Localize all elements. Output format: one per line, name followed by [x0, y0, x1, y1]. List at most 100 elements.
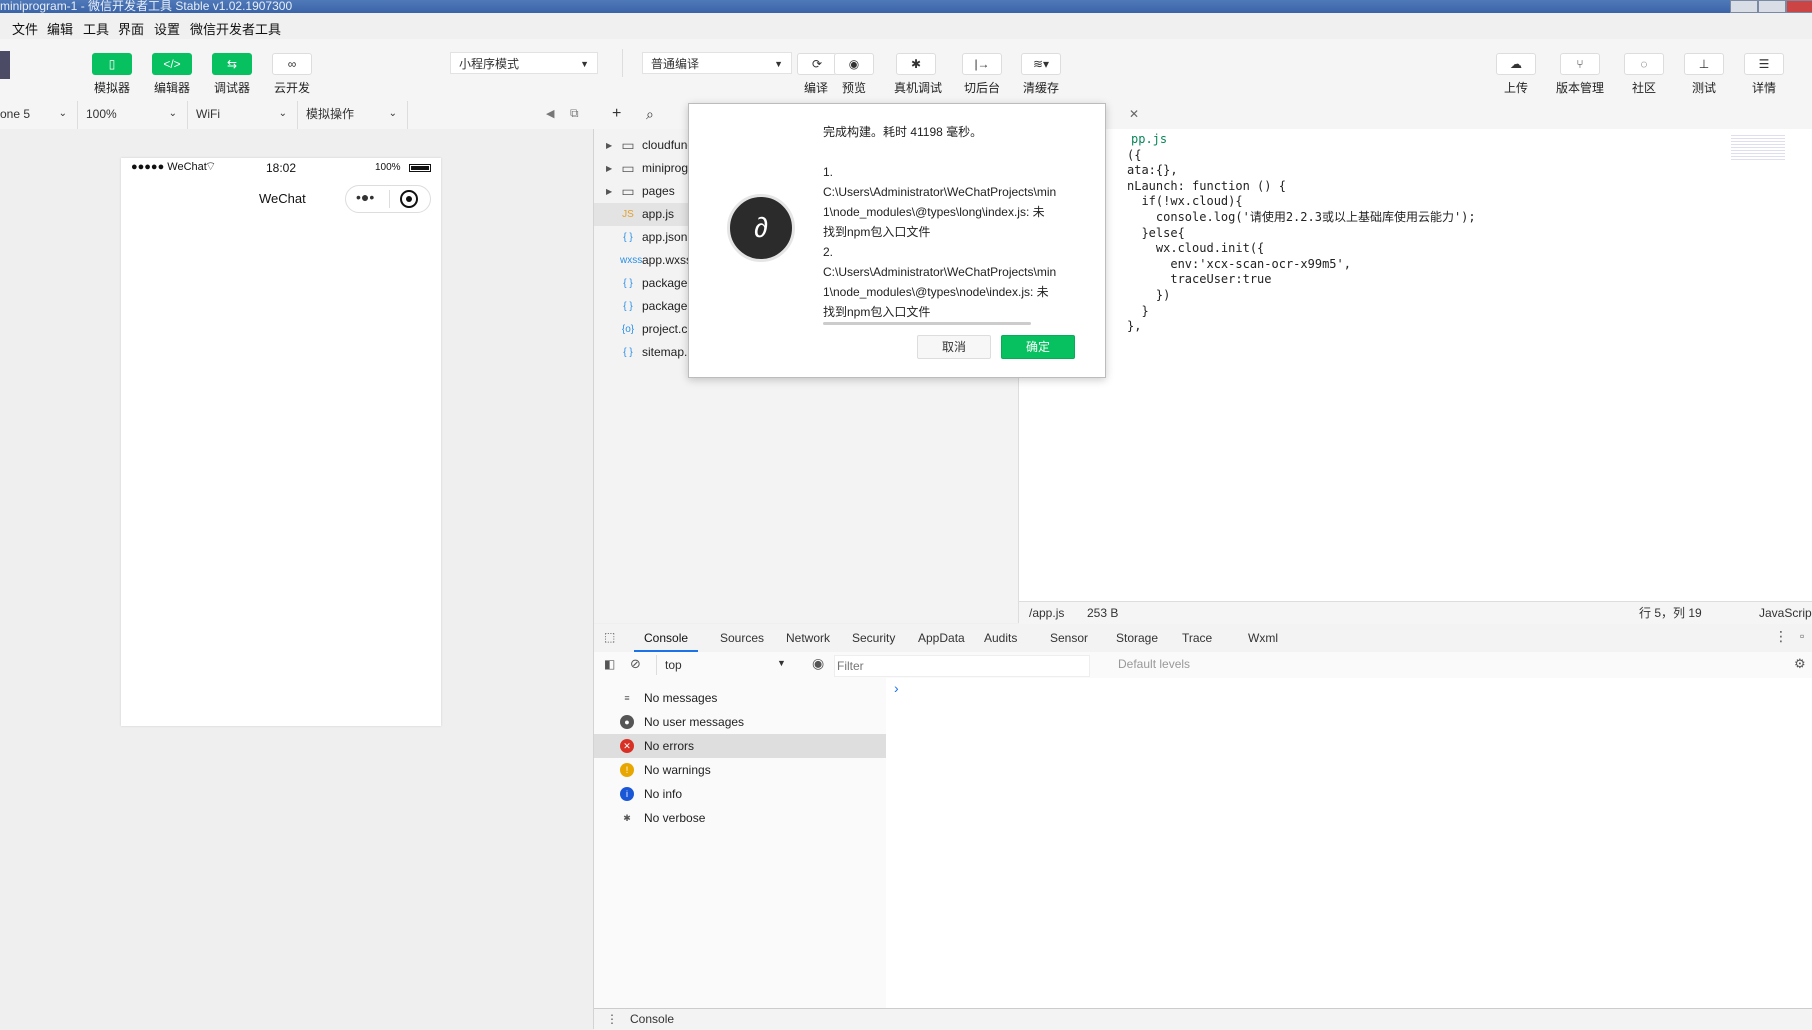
clear-console-icon[interactable]: ⊘: [630, 656, 641, 672]
devtools-tab-sources[interactable]: Sources: [710, 624, 774, 652]
dialog-item-path: C:\Users\Administrator\WeChatProjects\mi…: [823, 265, 1057, 279]
popout-icon[interactable]: ⧉: [570, 106, 579, 121]
console-output[interactable]: ›: [886, 678, 1812, 1008]
devtools-tab-audits[interactable]: Audits: [974, 624, 1027, 652]
menu-settings[interactable]: 设置: [154, 19, 180, 38]
phone-icon: ▯: [108, 57, 116, 71]
status-cursor-position[interactable]: 行 5，列 19: [1639, 602, 1702, 624]
window-titlebar: miniprogram-1 - 微信开发者工具 Stable v1.02.190…: [0, 0, 1812, 13]
cloud-upload-icon: ☁: [1510, 57, 1522, 71]
inspect-element-icon[interactable]: ⬚: [604, 630, 615, 644]
upload-button[interactable]: ☁: [1496, 53, 1536, 75]
version-button[interactable]: ⑂: [1560, 53, 1600, 75]
flask-icon: ⊥: [1698, 57, 1710, 71]
context-select[interactable]: top ▼: [656, 655, 789, 675]
test-button[interactable]: ⊥: [1684, 53, 1724, 75]
debugger-toggle-button[interactable]: ⇆: [212, 53, 252, 75]
close-window-button[interactable]: [1786, 0, 1812, 13]
console-filter-item[interactable]: ≡ No messages: [594, 686, 886, 710]
dialog-item-number: 2.: [823, 245, 834, 259]
console-filter-item[interactable]: ✱ No verbose: [594, 806, 886, 830]
file-icon: wxss: [620, 255, 643, 266]
status-battery: 100%: [375, 162, 401, 173]
eye-icon: ◉: [848, 57, 860, 71]
compile-button[interactable]: ⟳: [797, 53, 837, 75]
avatar[interactable]: [0, 51, 10, 79]
sidebar-toggle-icon[interactable]: ◧: [604, 657, 615, 671]
sim-operation-select[interactable]: 模拟操作 ⌄: [298, 101, 408, 129]
zoom-select[interactable]: 100% ⌄: [78, 101, 188, 129]
console-filter-input[interactable]: [834, 655, 1090, 677]
nav-title: WeChat: [259, 191, 306, 206]
battery-icon: [409, 164, 431, 172]
preview-button[interactable]: ◉: [834, 53, 874, 75]
log-levels-select[interactable]: Default levels: [1118, 657, 1190, 671]
chevron-right-icon[interactable]: ▶: [606, 180, 612, 203]
chevron-down-icon: ⌄: [388, 108, 397, 119]
console-filter-label: No messages: [644, 691, 718, 705]
menu-edit[interactable]: 编辑: [47, 19, 73, 38]
details-button[interactable]: ☰: [1744, 53, 1784, 75]
clear-cache-button[interactable]: ≋▾: [1021, 53, 1061, 75]
eye-icon[interactable]: ◉: [812, 655, 824, 672]
close-miniprogram-icon[interactable]: [400, 190, 418, 208]
console-filter-item[interactable]: ! No warnings: [594, 758, 886, 782]
simulator-toggle-button[interactable]: ▯: [92, 53, 132, 75]
file-tree-label: pages: [642, 184, 675, 198]
editor-toggle-button[interactable]: </>: [152, 53, 192, 75]
drawer-console-tab[interactable]: Console: [630, 1009, 674, 1029]
confirm-button[interactable]: 确定: [1001, 335, 1075, 359]
more-icon[interactable]: •●•: [356, 189, 374, 205]
drawer-menu-icon[interactable]: ⋮: [606, 1009, 618, 1029]
file-tree-label: app.wxss: [642, 253, 693, 267]
chevron-right-icon[interactable]: ▶: [606, 134, 612, 157]
chevron-right-icon[interactable]: ▶: [606, 157, 612, 180]
devtools-tab-storage[interactable]: Storage: [1106, 624, 1168, 652]
cancel-button[interactable]: 取消: [917, 335, 991, 359]
file-icon: JS: [622, 209, 634, 220]
network-select[interactable]: WiFi ⌄: [188, 101, 298, 129]
mode-select[interactable]: 小程序模式 ▼: [450, 52, 598, 74]
dialog-message: 完成构建。耗时 41198 毫秒。 1. C:\Users\Administra…: [823, 122, 1083, 322]
volume-icon[interactable]: ◀: [546, 107, 554, 120]
switch-icon: |→: [974, 57, 990, 71]
menu-tools[interactable]: 工具: [83, 19, 109, 38]
cloud-dev-button[interactable]: ∞: [272, 53, 312, 75]
menu-view[interactable]: 界面: [118, 19, 144, 38]
window-title: miniprogram-1 - 微信开发者工具 Stable v1.02.190…: [0, 0, 293, 13]
refresh-icon: ⟳: [811, 57, 823, 71]
community-button[interactable]: ◌: [1624, 53, 1664, 75]
devtools-tab-sensor[interactable]: Sensor: [1040, 624, 1098, 652]
devtools-tab-security[interactable]: Security: [842, 624, 905, 652]
minimap[interactable]: [1731, 133, 1785, 161]
status-language[interactable]: JavaScrip: [1759, 602, 1812, 624]
device-select[interactable]: one 5 ⌄: [0, 101, 78, 129]
chevron-down-icon: ▼: [777, 658, 786, 668]
tab-close-icon[interactable]: ✕: [1129, 107, 1139, 121]
gear-icon[interactable]: ⚙: [1794, 656, 1806, 672]
console-filter-item[interactable]: ● No user messages: [594, 710, 886, 734]
code-editor[interactable]: pp.js({ata:{}, nLaunch: function () { if(…: [1019, 129, 1812, 601]
search-icon[interactable]: ⌕: [646, 106, 654, 123]
menu-wechat-devtools[interactable]: 微信开发者工具: [190, 19, 281, 38]
phone-screen[interactable]: ●●●●● WeChat ⌔ 18:02 100% WeChat •●•: [121, 158, 441, 726]
minimize-button[interactable]: [1730, 0, 1758, 13]
dialog-scrollbar[interactable]: [823, 322, 1031, 325]
compile-mode-select[interactable]: 普通编译 ▼: [642, 52, 792, 74]
console-filter-item[interactable]: i No info: [594, 782, 886, 806]
devtools-tab-trace[interactable]: Trace: [1172, 624, 1222, 652]
add-file-icon[interactable]: +: [612, 105, 621, 123]
background-button[interactable]: |→: [962, 53, 1002, 75]
menu-file[interactable]: 文件: [12, 19, 38, 38]
devtools-tab-network[interactable]: Network: [776, 624, 840, 652]
devtools-tab-appdata[interactable]: AppData: [908, 624, 975, 652]
console-filter-item[interactable]: ✕ No errors: [594, 734, 886, 758]
more-options-icon[interactable]: ⋮: [1774, 628, 1788, 645]
dock-icon[interactable]: ▫: [1800, 629, 1804, 643]
real-device-debug-button[interactable]: ✱: [896, 53, 936, 75]
devtools-tab-wxml[interactable]: Wxml: [1238, 624, 1288, 652]
console-filterbar: ◧ ⊘ top ▼ ◉ Default levels ⚙: [594, 652, 1812, 679]
maximize-button[interactable]: [1758, 0, 1786, 13]
chat-icon: ◌: [1640, 57, 1648, 71]
devtools-tab-console[interactable]: Console: [634, 624, 699, 652]
